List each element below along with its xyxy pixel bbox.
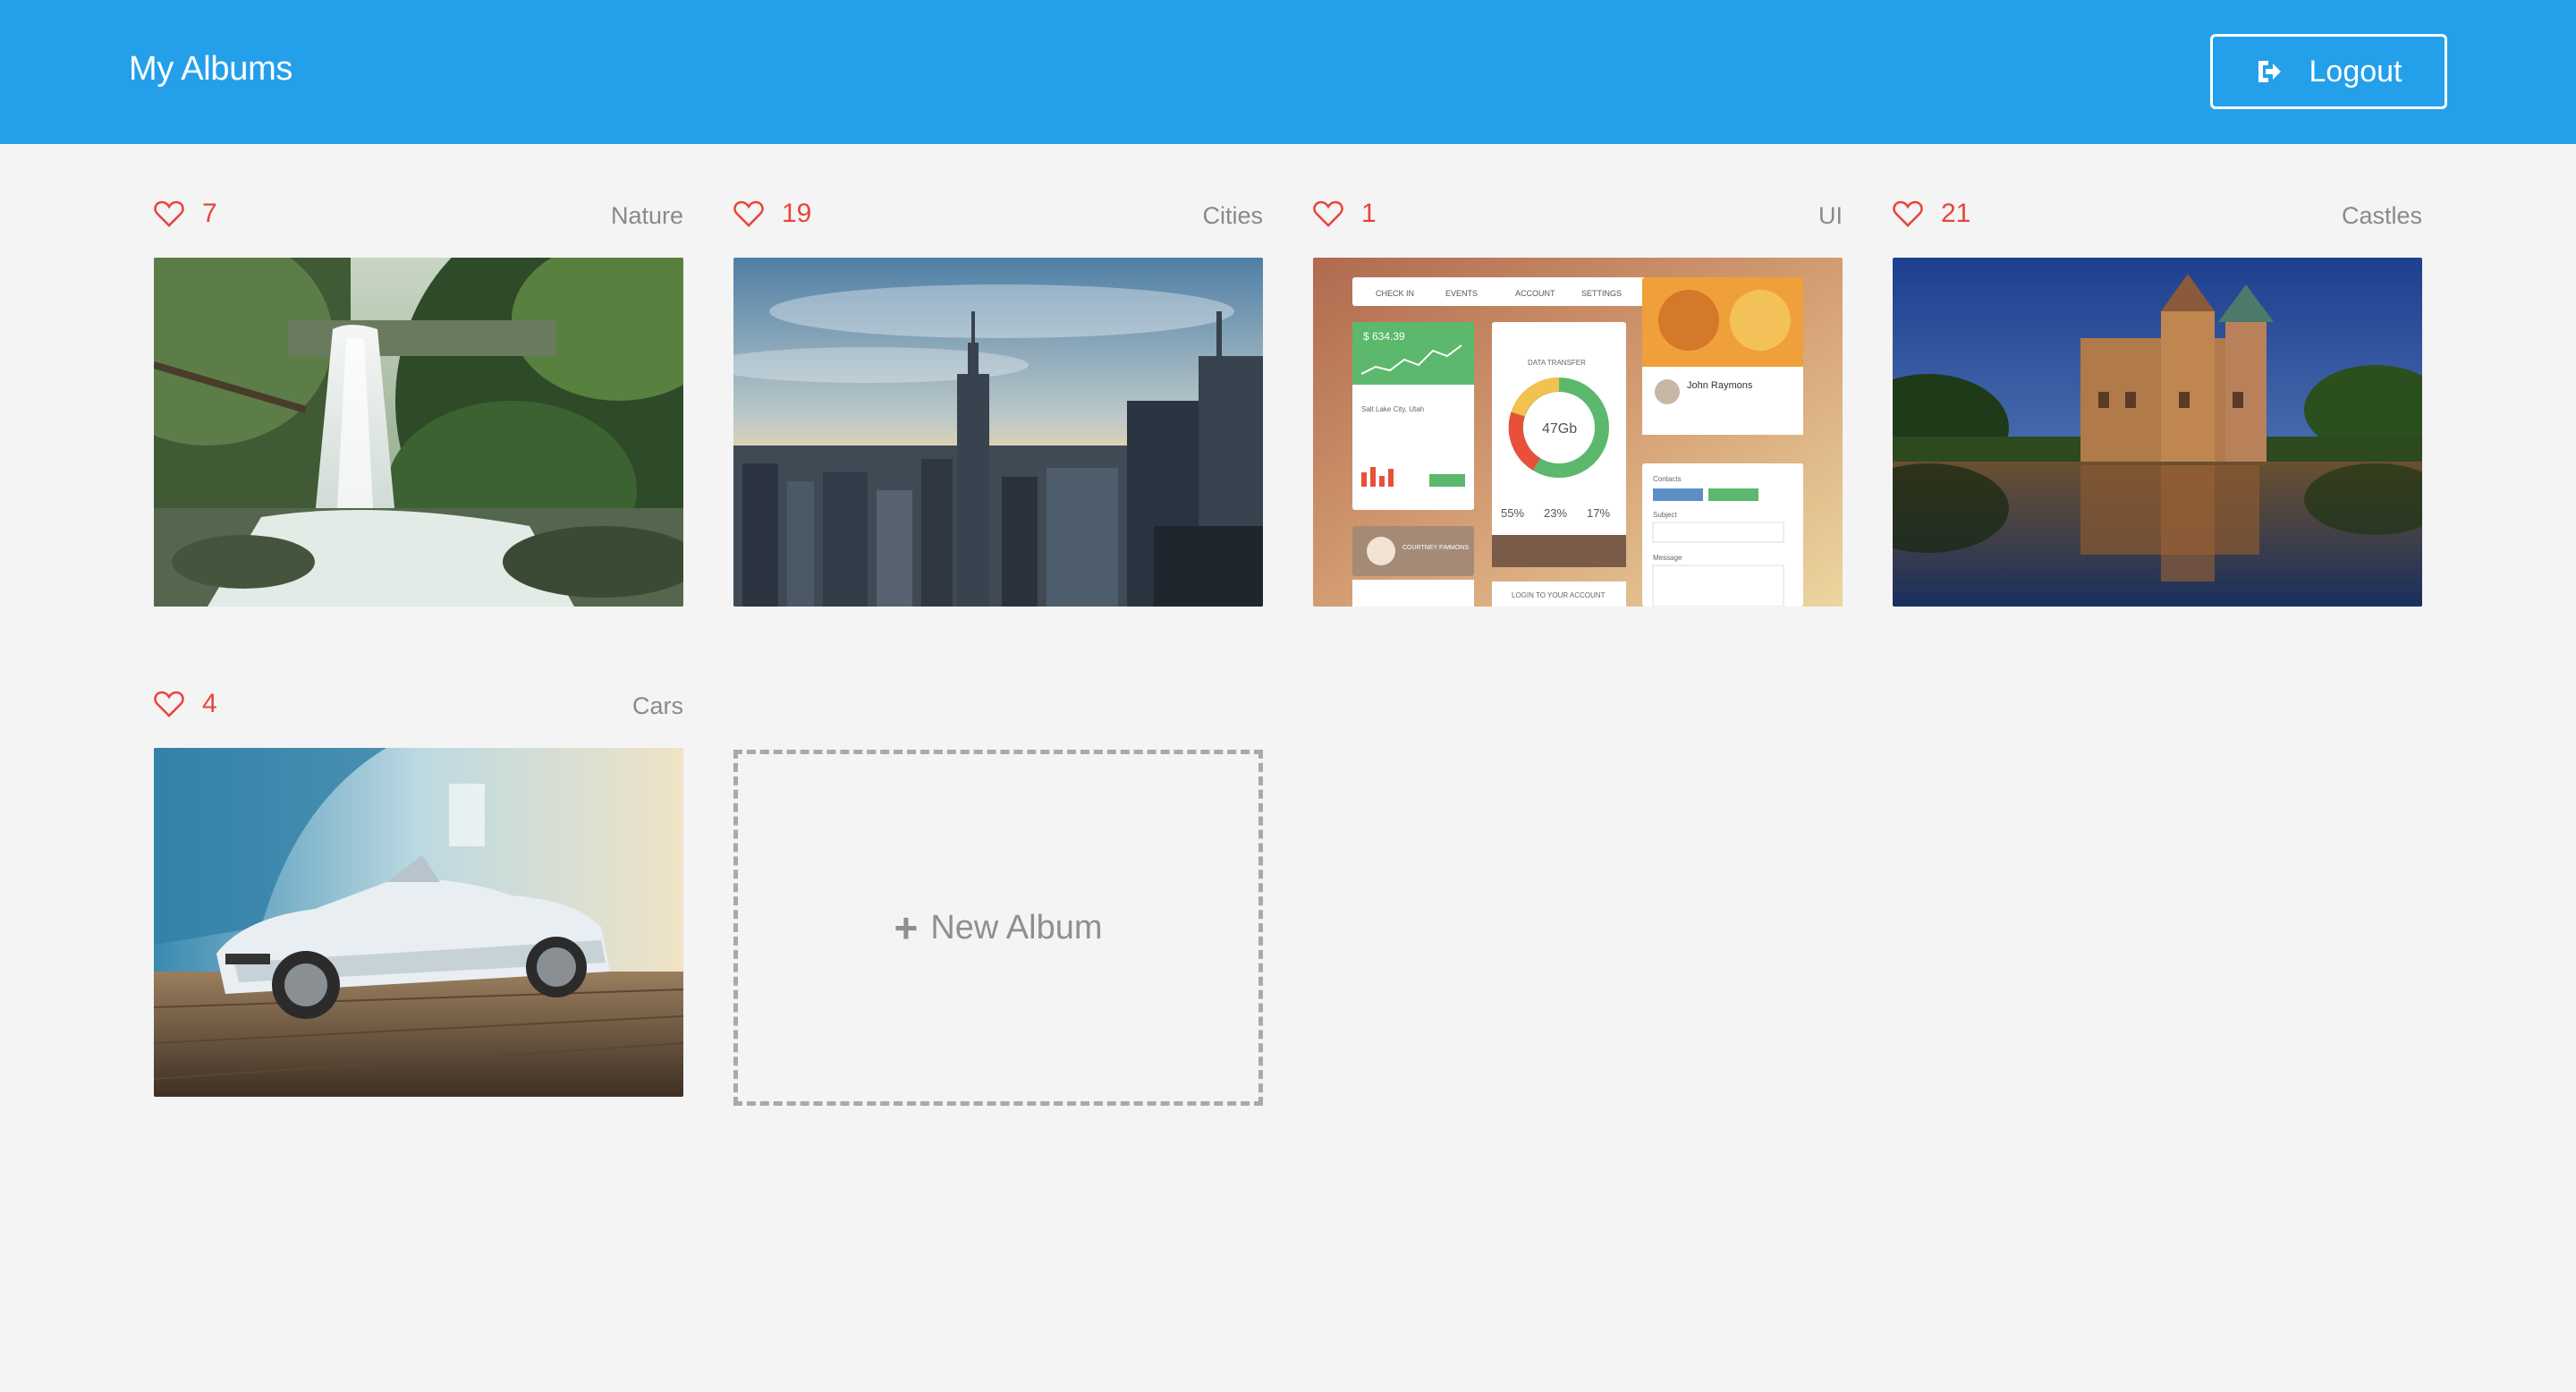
svg-text:Subject: Subject bbox=[1653, 511, 1677, 519]
like-count: 1 bbox=[1361, 199, 1377, 228]
svg-text:Message: Message bbox=[1653, 554, 1682, 562]
album-card-nature: 7 Nature bbox=[154, 199, 683, 607]
svg-text:DATA TRANSFER: DATA TRANSFER bbox=[1528, 359, 1586, 367]
svg-text:$ 634.39: $ 634.39 bbox=[1363, 330, 1405, 343]
heart-icon bbox=[733, 200, 764, 227]
like-button[interactable]: 21 bbox=[1893, 199, 1970, 229]
like-count: 7 bbox=[202, 199, 217, 228]
album-thumbnail[interactable]: CHECK IN EVENTS ACCOUNT SETTINGS $ 634.3… bbox=[1313, 258, 1843, 607]
like-button[interactable]: 7 bbox=[154, 199, 217, 229]
svg-text:Salt Lake City, Utah: Salt Lake City, Utah bbox=[1361, 405, 1424, 413]
svg-text:SETTINGS: SETTINGS bbox=[1581, 289, 1622, 298]
svg-text:CHECK IN: CHECK IN bbox=[1376, 289, 1414, 298]
svg-text:ACCOUNT: ACCOUNT bbox=[1515, 289, 1555, 298]
like-count: 19 bbox=[782, 199, 812, 228]
album-card-ui: 1 UI CHECK IN EVENTS ACCOUNT SETTINGS $ … bbox=[1313, 199, 1843, 607]
like-button[interactable]: 4 bbox=[154, 689, 217, 719]
album-thumbnail[interactable] bbox=[154, 258, 683, 607]
new-album-label: New Album bbox=[930, 908, 1103, 946]
app-header: My Albums Logout bbox=[0, 0, 2576, 144]
album-card-cities: 19 Cities bbox=[733, 199, 1263, 607]
svg-text:Contacts: Contacts bbox=[1653, 475, 1682, 483]
album-category: Cities bbox=[1202, 202, 1263, 229]
logout-label: Logout bbox=[2309, 54, 2402, 89]
svg-text:47Gb: 47Gb bbox=[1542, 421, 1577, 437]
like-button[interactable]: 1 bbox=[1313, 199, 1377, 229]
heart-icon bbox=[1313, 200, 1343, 227]
logout-button[interactable]: Logout bbox=[2210, 34, 2447, 109]
logout-icon bbox=[2258, 61, 2281, 82]
new-album-button[interactable]: + New Album bbox=[733, 750, 1263, 1106]
svg-text:John Raymons: John Raymons bbox=[1687, 380, 1753, 391]
like-count: 21 bbox=[1941, 199, 1971, 228]
album-category: UI bbox=[1818, 202, 1843, 229]
album-category: Nature bbox=[610, 202, 683, 229]
svg-text:COURTNEY FIMMONS: COURTNEY FIMMONS bbox=[1402, 545, 1469, 551]
album-thumbnail[interactable] bbox=[733, 258, 1263, 607]
svg-text:55%: 55% bbox=[1501, 506, 1524, 520]
svg-text:LOGIN TO YOUR ACCOUNT: LOGIN TO YOUR ACCOUNT bbox=[1512, 591, 1606, 599]
like-count: 4 bbox=[202, 689, 217, 718]
svg-text:17%: 17% bbox=[1587, 506, 1610, 520]
plus-icon: + bbox=[894, 904, 919, 951]
heart-icon bbox=[1893, 200, 1923, 227]
svg-text:EVENTS: EVENTS bbox=[1445, 289, 1478, 298]
album-card-castles: 21 Castles bbox=[1893, 199, 2422, 607]
like-button[interactable]: 19 bbox=[733, 199, 811, 229]
page-title: My Albums bbox=[129, 50, 293, 88]
heart-icon bbox=[154, 200, 184, 227]
heart-icon bbox=[154, 691, 184, 717]
album-thumbnail[interactable] bbox=[154, 748, 683, 1097]
svg-text:23%: 23% bbox=[1544, 506, 1567, 520]
album-thumbnail[interactable] bbox=[1893, 258, 2422, 607]
album-category: Cars bbox=[631, 692, 683, 719]
album-card-cars: 4 Cars bbox=[154, 689, 683, 1097]
album-category: Castles bbox=[2341, 202, 2422, 229]
